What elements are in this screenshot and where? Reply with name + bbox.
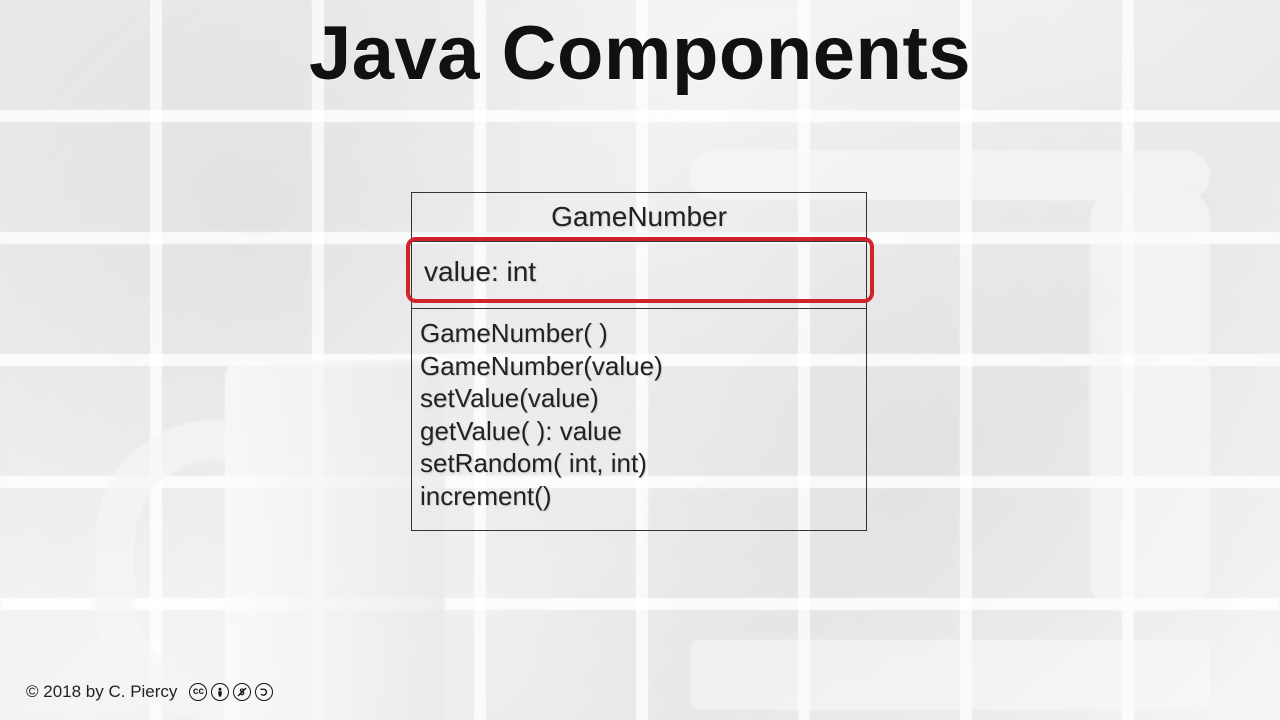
uml-attributes-compartment: value: int bbox=[412, 242, 866, 309]
uml-operation: increment() bbox=[420, 480, 858, 513]
uml-operation: GameNumber(value) bbox=[420, 350, 858, 383]
uml-operation: setValue(value) bbox=[420, 382, 858, 415]
uml-class-name: GameNumber bbox=[412, 193, 866, 242]
sa-icon bbox=[255, 683, 273, 701]
cc-icon: cc bbox=[189, 683, 207, 701]
uml-operations-compartment: GameNumber( ) GameNumber(value) setValue… bbox=[412, 309, 866, 530]
footer: © 2018 by C. Piercy cc $ bbox=[26, 682, 273, 702]
uml-attribute: value: int bbox=[424, 256, 854, 288]
license-icons: cc $ bbox=[189, 683, 273, 701]
by-icon bbox=[211, 683, 229, 701]
mug-silhouette bbox=[95, 360, 405, 720]
uml-operation: getValue( ): value bbox=[420, 415, 858, 448]
nc-icon: $ bbox=[233, 683, 251, 701]
uml-operation: setRandom( int, int) bbox=[420, 447, 858, 480]
copyright-text: © 2018 by C. Piercy bbox=[26, 682, 177, 702]
slide-title: Java Components bbox=[0, 10, 1280, 97]
uml-class-box: GameNumber value: int GameNumber( ) Game… bbox=[411, 192, 867, 531]
uml-operation: GameNumber( ) bbox=[420, 317, 858, 350]
